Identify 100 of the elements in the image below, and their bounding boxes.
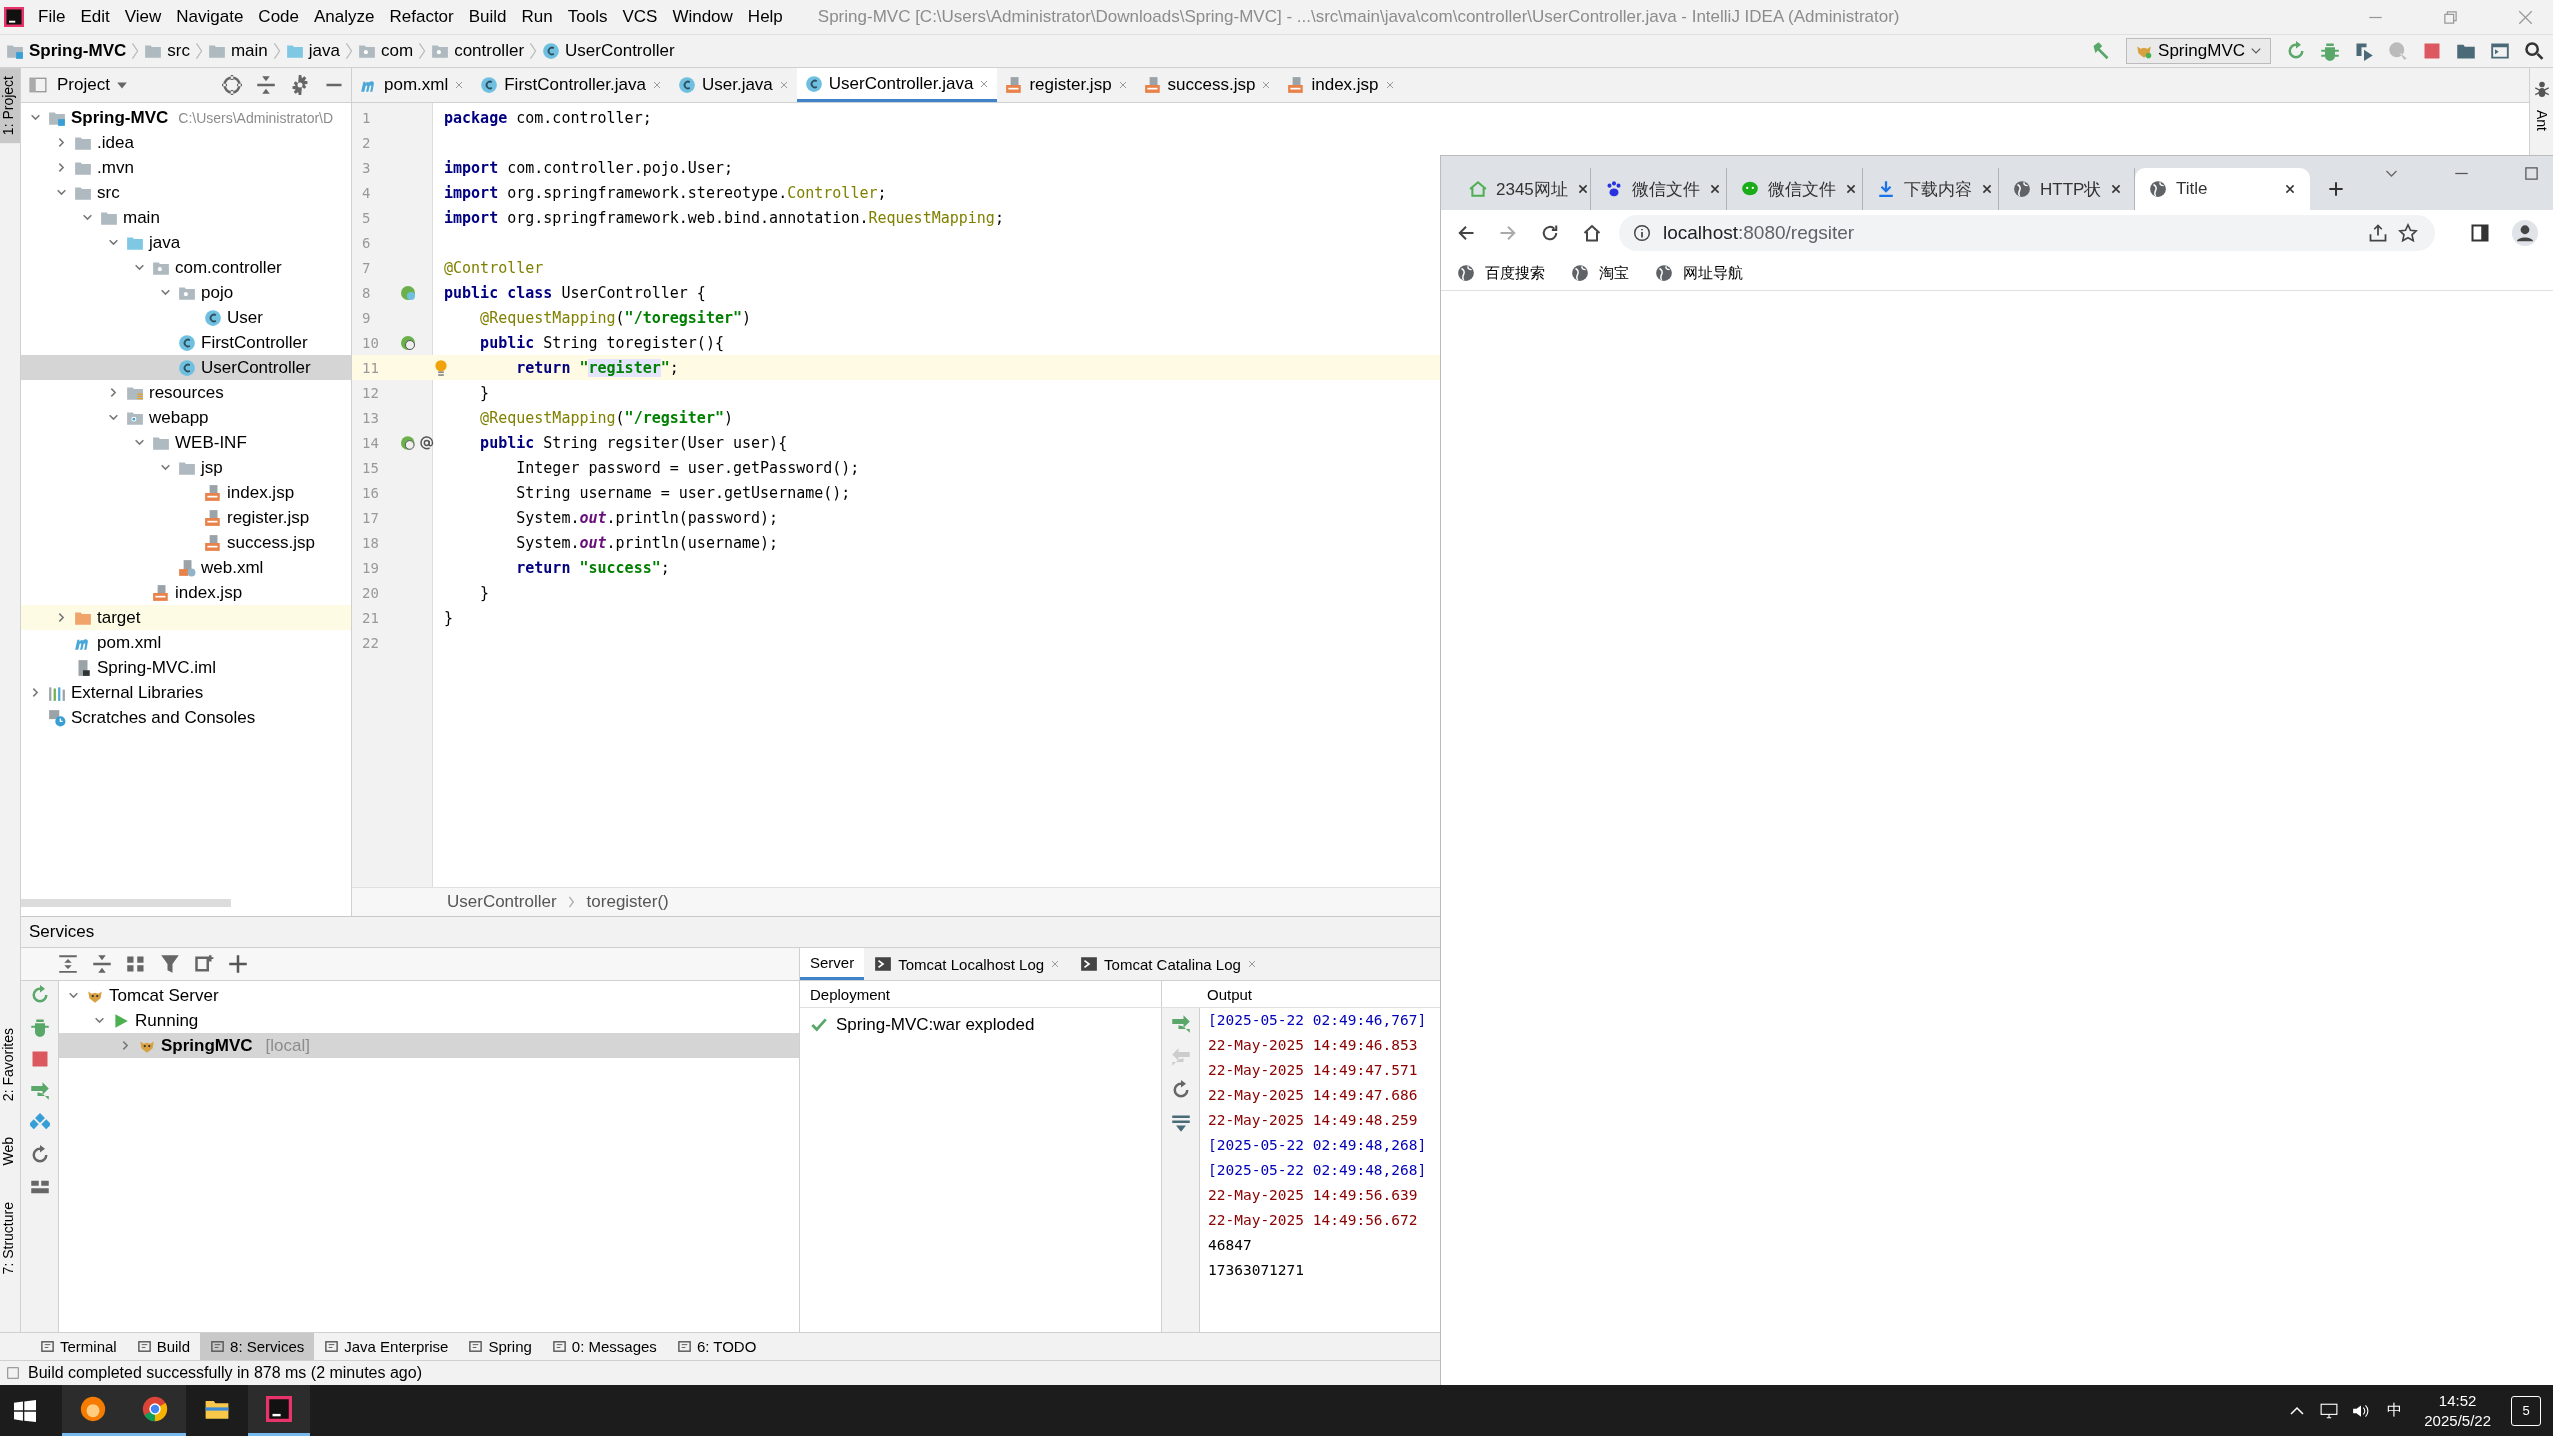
browser-tab[interactable]: 下载内容 [1863, 168, 1999, 210]
editor-tab[interactable]: register.jsp [997, 68, 1136, 102]
run-configuration-dropdown[interactable]: SpringMVC [2126, 38, 2271, 64]
status-icon[interactable] [6, 1366, 20, 1380]
tree-item[interactable]: index.jsp [21, 480, 351, 505]
menu-item[interactable]: Run [521, 7, 553, 27]
new-tab-icon[interactable] [2328, 181, 2344, 197]
tree-item[interactable]: pojo [21, 280, 351, 305]
tree-item[interactable]: webapp [21, 405, 351, 430]
chevron-down-icon[interactable] [55, 187, 67, 198]
tree-item[interactable]: Spring-MVC.iml [21, 655, 351, 680]
chevron-down-icon[interactable] [93, 1015, 105, 1026]
side-panel-icon[interactable] [2470, 223, 2490, 243]
tool-window-tab[interactable]: Terminal [30, 1333, 127, 1360]
at-sign-icon[interactable] [418, 434, 434, 451]
tree-item[interactable]: target [21, 605, 351, 630]
chevron-down-icon[interactable] [107, 237, 119, 248]
tool-window-tab[interactable]: 1: Project [0, 68, 20, 144]
browser-tab[interactable]: 2345网址 [1455, 168, 1591, 210]
tree-item[interactable]: src [21, 180, 351, 205]
close-icon[interactable] [1845, 183, 1857, 195]
tree-item[interactable]: java [21, 230, 351, 255]
menu-item[interactable]: Navigate [176, 7, 244, 27]
menu-item[interactable]: Tools [567, 7, 608, 27]
tree-item[interactable]: main [21, 205, 351, 230]
menu-item[interactable]: File [38, 7, 66, 27]
panel-tab[interactable]: Tomcat Catalina Log [1070, 948, 1267, 980]
tool-window-tab[interactable]: Build [126, 1333, 201, 1360]
menu-item[interactable]: VCS [622, 7, 658, 27]
scrollbar[interactable] [21, 899, 231, 907]
browser-tab[interactable]: 微信文件 [1591, 168, 1727, 210]
deployment-item[interactable]: Spring-MVC:war exploded [810, 1012, 1161, 1038]
network-icon[interactable] [2320, 1401, 2339, 1420]
tree-item[interactable]: User [21, 305, 351, 330]
breadcrumb-item[interactable]: controller [431, 41, 525, 61]
breadcrumb-item[interactable]: java [285, 41, 340, 61]
collapse-all-icon[interactable] [256, 75, 276, 95]
tree-item[interactable]: index.jsp [21, 580, 351, 605]
tree-item[interactable]: jsp [21, 455, 351, 480]
stop-icon[interactable] [2422, 41, 2442, 61]
tree-item[interactable]: pom.xml [21, 630, 351, 655]
clock[interactable]: 14:52 2025/5/22 [2424, 1390, 2491, 1431]
breadcrumb-item[interactable]: main [207, 41, 268, 61]
tree-item[interactable]: resources [21, 380, 351, 405]
menu-item[interactable]: Code [258, 7, 299, 27]
chevron-down-icon[interactable] [107, 412, 119, 423]
reload-icon[interactable] [1540, 223, 1560, 243]
forward-icon[interactable] [1498, 223, 1518, 243]
filter-icon[interactable] [160, 954, 180, 974]
browser-tab[interactable]: Title [2135, 168, 2310, 210]
menu-item[interactable]: Help [747, 7, 783, 27]
chevron-down-icon[interactable] [67, 990, 79, 1001]
web-mapping-icon[interactable] [400, 334, 416, 351]
bookmark-item[interactable]: 百度搜索 [1457, 263, 1545, 283]
chevron-down-icon[interactable] [159, 462, 171, 473]
tool-window-tab[interactable]: Spring [458, 1333, 542, 1360]
tool-window-tab[interactable]: Java Enterprise [314, 1333, 459, 1360]
bean-icon[interactable] [400, 284, 416, 301]
terminal-window-icon[interactable] [2490, 41, 2510, 61]
back-icon[interactable] [1456, 223, 1476, 243]
settings-icon[interactable] [290, 75, 310, 95]
close-icon[interactable] [1576, 183, 1589, 195]
tree-item[interactable]: web.xml [21, 555, 351, 580]
chevron-down-icon[interactable] [133, 262, 145, 273]
menu-item[interactable]: Edit [80, 7, 110, 27]
taskbar-app[interactable] [124, 1385, 186, 1436]
menu-item[interactable]: View [124, 7, 162, 27]
tool-window-tab[interactable]: Ant [2533, 102, 2550, 139]
close-icon[interactable] [1981, 183, 1993, 195]
debug-icon[interactable] [29, 1017, 50, 1037]
panel-tab[interactable]: Server [800, 948, 865, 980]
tree-item[interactable]: success.jsp [21, 530, 351, 555]
breadcrumb-item[interactable]: toregister() [586, 892, 669, 912]
tree-item[interactable]: SpringMVC [local] [59, 1033, 799, 1058]
new-tab-icon[interactable] [194, 954, 214, 974]
tree-item[interactable]: register.jsp [21, 505, 351, 530]
locate-icon[interactable] [222, 75, 242, 95]
tree-item[interactable]: FirstController [21, 330, 351, 355]
taskbar-app[interactable] [62, 1385, 124, 1436]
taskbar-app[interactable] [248, 1385, 310, 1436]
start-icon[interactable] [14, 1399, 36, 1422]
tool-window-tab[interactable]: Web [0, 1129, 20, 1174]
tree-item[interactable]: Running [59, 1008, 799, 1033]
tree-item[interactable]: External Libraries [21, 680, 351, 705]
breadcrumb-item[interactable]: src [144, 41, 190, 61]
tree-item[interactable]: Spring-MVC C:\Users\Administrator\D [21, 105, 351, 130]
maximize-icon[interactable] [2524, 166, 2539, 181]
close-icon[interactable] [1709, 183, 1721, 195]
breadcrumb-item[interactable]: com [358, 41, 414, 61]
breadcrumb-item[interactable]: UserController [447, 892, 557, 912]
web-mapping-icon[interactable] [400, 434, 416, 451]
tree-item[interactable]: UserController [21, 355, 351, 380]
coverage-icon[interactable] [2354, 41, 2374, 61]
editor-tab[interactable]: index.jsp [1279, 68, 1403, 102]
home-icon[interactable] [1582, 223, 1602, 243]
debug-icon[interactable] [2320, 41, 2340, 61]
add-icon[interactable] [228, 954, 248, 974]
close-icon[interactable] [2284, 183, 2296, 195]
tree-item[interactable]: com.controller [21, 255, 351, 280]
bookmark-item[interactable]: 淘宝 [1571, 263, 1629, 283]
